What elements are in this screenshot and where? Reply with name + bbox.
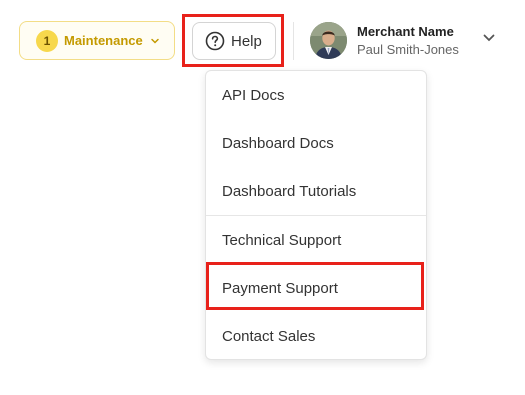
avatar	[310, 22, 347, 59]
question-circle-icon	[205, 31, 225, 51]
chevron-down-icon	[150, 36, 160, 46]
menu-item-dashboard-docs[interactable]: Dashboard Docs	[206, 119, 426, 167]
menu-item-dashboard-tutorials[interactable]: Dashboard Tutorials	[206, 167, 426, 215]
menu-item-api-docs[interactable]: API Docs	[206, 71, 426, 119]
chevron-down-icon	[482, 31, 496, 50]
merchant-name: Merchant Name	[357, 24, 454, 39]
maintenance-count-badge: 1	[36, 29, 58, 52]
payment-support-highlight	[206, 262, 424, 310]
maintenance-button[interactable]: 1 Maintenance	[19, 21, 175, 60]
help-label: Help	[231, 32, 262, 50]
user-name: Paul Smith-Jones	[357, 42, 459, 57]
maintenance-label: Maintenance	[64, 33, 143, 48]
menu-item-technical-support[interactable]: Technical Support	[206, 216, 426, 264]
help-dropdown-menu: API Docs Dashboard Docs Dashboard Tutori…	[205, 70, 427, 360]
header-area: 1 Maintenance Help Merchant Name Paul Sm…	[0, 0, 525, 395]
help-button[interactable]: Help	[192, 22, 276, 60]
header-divider	[293, 22, 294, 60]
account-menu-button[interactable]: Merchant Name Paul Smith-Jones	[310, 22, 500, 62]
menu-item-contact-sales[interactable]: Contact Sales	[206, 312, 426, 360]
